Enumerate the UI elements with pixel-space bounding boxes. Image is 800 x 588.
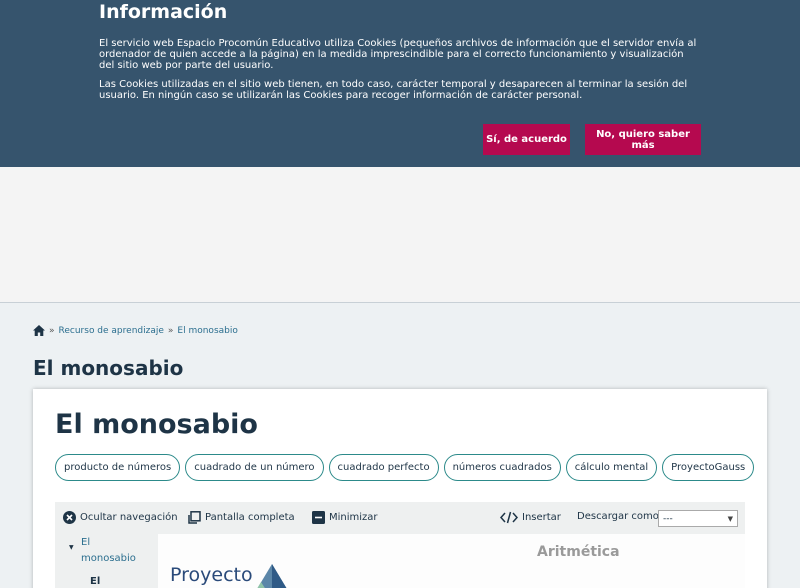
breadcrumb-separator: » xyxy=(49,325,55,336)
nav-item-label-line2: monosabio xyxy=(81,553,136,564)
proyecto-gauss-logo: Proyecto xyxy=(170,564,253,586)
cookie-text-1: El servicio web Espacio Procomún Educati… xyxy=(99,38,697,71)
cookie-banner: Información El servicio web Espacio Proc… xyxy=(0,0,800,167)
tag[interactable]: cálculo mental xyxy=(565,454,658,481)
download-label: Descargar como xyxy=(577,511,659,522)
cookie-text-2: Las Cookies utilizadas en el sitio web t… xyxy=(99,79,688,101)
nav-subitem[interactable]: El xyxy=(90,574,100,588)
insert-label: Insertar xyxy=(522,512,561,523)
home-icon[interactable] xyxy=(33,325,45,336)
breadcrumb-separator: » xyxy=(167,325,174,336)
breadcrumb: » Recurso de aprendizaje » El monosabio xyxy=(33,325,238,336)
chevron-down-icon: ▼ xyxy=(727,515,733,523)
main-content: » Recurso de aprendizaje » El monosabio … xyxy=(0,303,800,588)
minimize-label: Minimizar xyxy=(329,512,378,523)
cookie-accept-button[interactable]: Sí, de acuerdo xyxy=(483,124,570,155)
caret-down-icon[interactable]: ▼ xyxy=(69,544,74,551)
viewer-toolbar: Ocultar navegación Pantalla completa Min… xyxy=(55,502,745,534)
page-title: El monosabio xyxy=(33,356,184,380)
hide-navigation-label: Ocultar navegación xyxy=(80,512,178,523)
tag[interactable]: cuadrado perfecto xyxy=(328,454,439,481)
tag-list: producto de números cuadrado de un númer… xyxy=(55,454,755,481)
code-icon xyxy=(500,511,518,524)
cookie-more-info-button[interactable]: No, quiero saber más xyxy=(585,124,701,155)
download-format-value: --- xyxy=(663,513,673,524)
header-area xyxy=(0,167,800,303)
navigation-pane: ▼ El monosabio El xyxy=(55,534,158,588)
breadcrumb-link-recurso[interactable]: Recurso de aprendizaje xyxy=(59,326,164,336)
fullscreen-icon xyxy=(188,511,201,524)
fullscreen-button[interactable]: Pantalla completa xyxy=(188,511,295,524)
tag[interactable]: producto de números xyxy=(55,454,181,481)
fullscreen-label: Pantalla completa xyxy=(205,512,295,523)
cookie-title: Información xyxy=(99,1,228,23)
download-format-select[interactable]: --- ▼ xyxy=(658,510,738,527)
content-viewer: Aritmética Proyecto xyxy=(158,534,745,588)
tag[interactable]: cuadrado de un número xyxy=(185,454,324,481)
breadcrumb-link-current[interactable]: El monosabio xyxy=(177,326,237,336)
viewer-title: Aritmética xyxy=(537,544,620,560)
tag[interactable]: números cuadrados xyxy=(443,454,561,481)
hide-navigation-button[interactable]: Ocultar navegación xyxy=(63,511,178,524)
card-title: El monosabio xyxy=(55,409,258,440)
nav-item-label-line1: El xyxy=(81,537,91,548)
tag[interactable]: ProyectoGauss xyxy=(662,454,755,481)
minimize-button[interactable]: Minimizar xyxy=(312,511,378,524)
logo-triangle-icon xyxy=(257,564,287,588)
close-circle-icon xyxy=(63,511,76,524)
minimize-icon xyxy=(312,511,325,524)
nav-item-el-monosabio[interactable]: El monosabio xyxy=(81,535,136,567)
insert-button[interactable]: Insertar xyxy=(500,511,561,524)
resource-card: El monosabio producto de números cuadrad… xyxy=(33,389,767,588)
